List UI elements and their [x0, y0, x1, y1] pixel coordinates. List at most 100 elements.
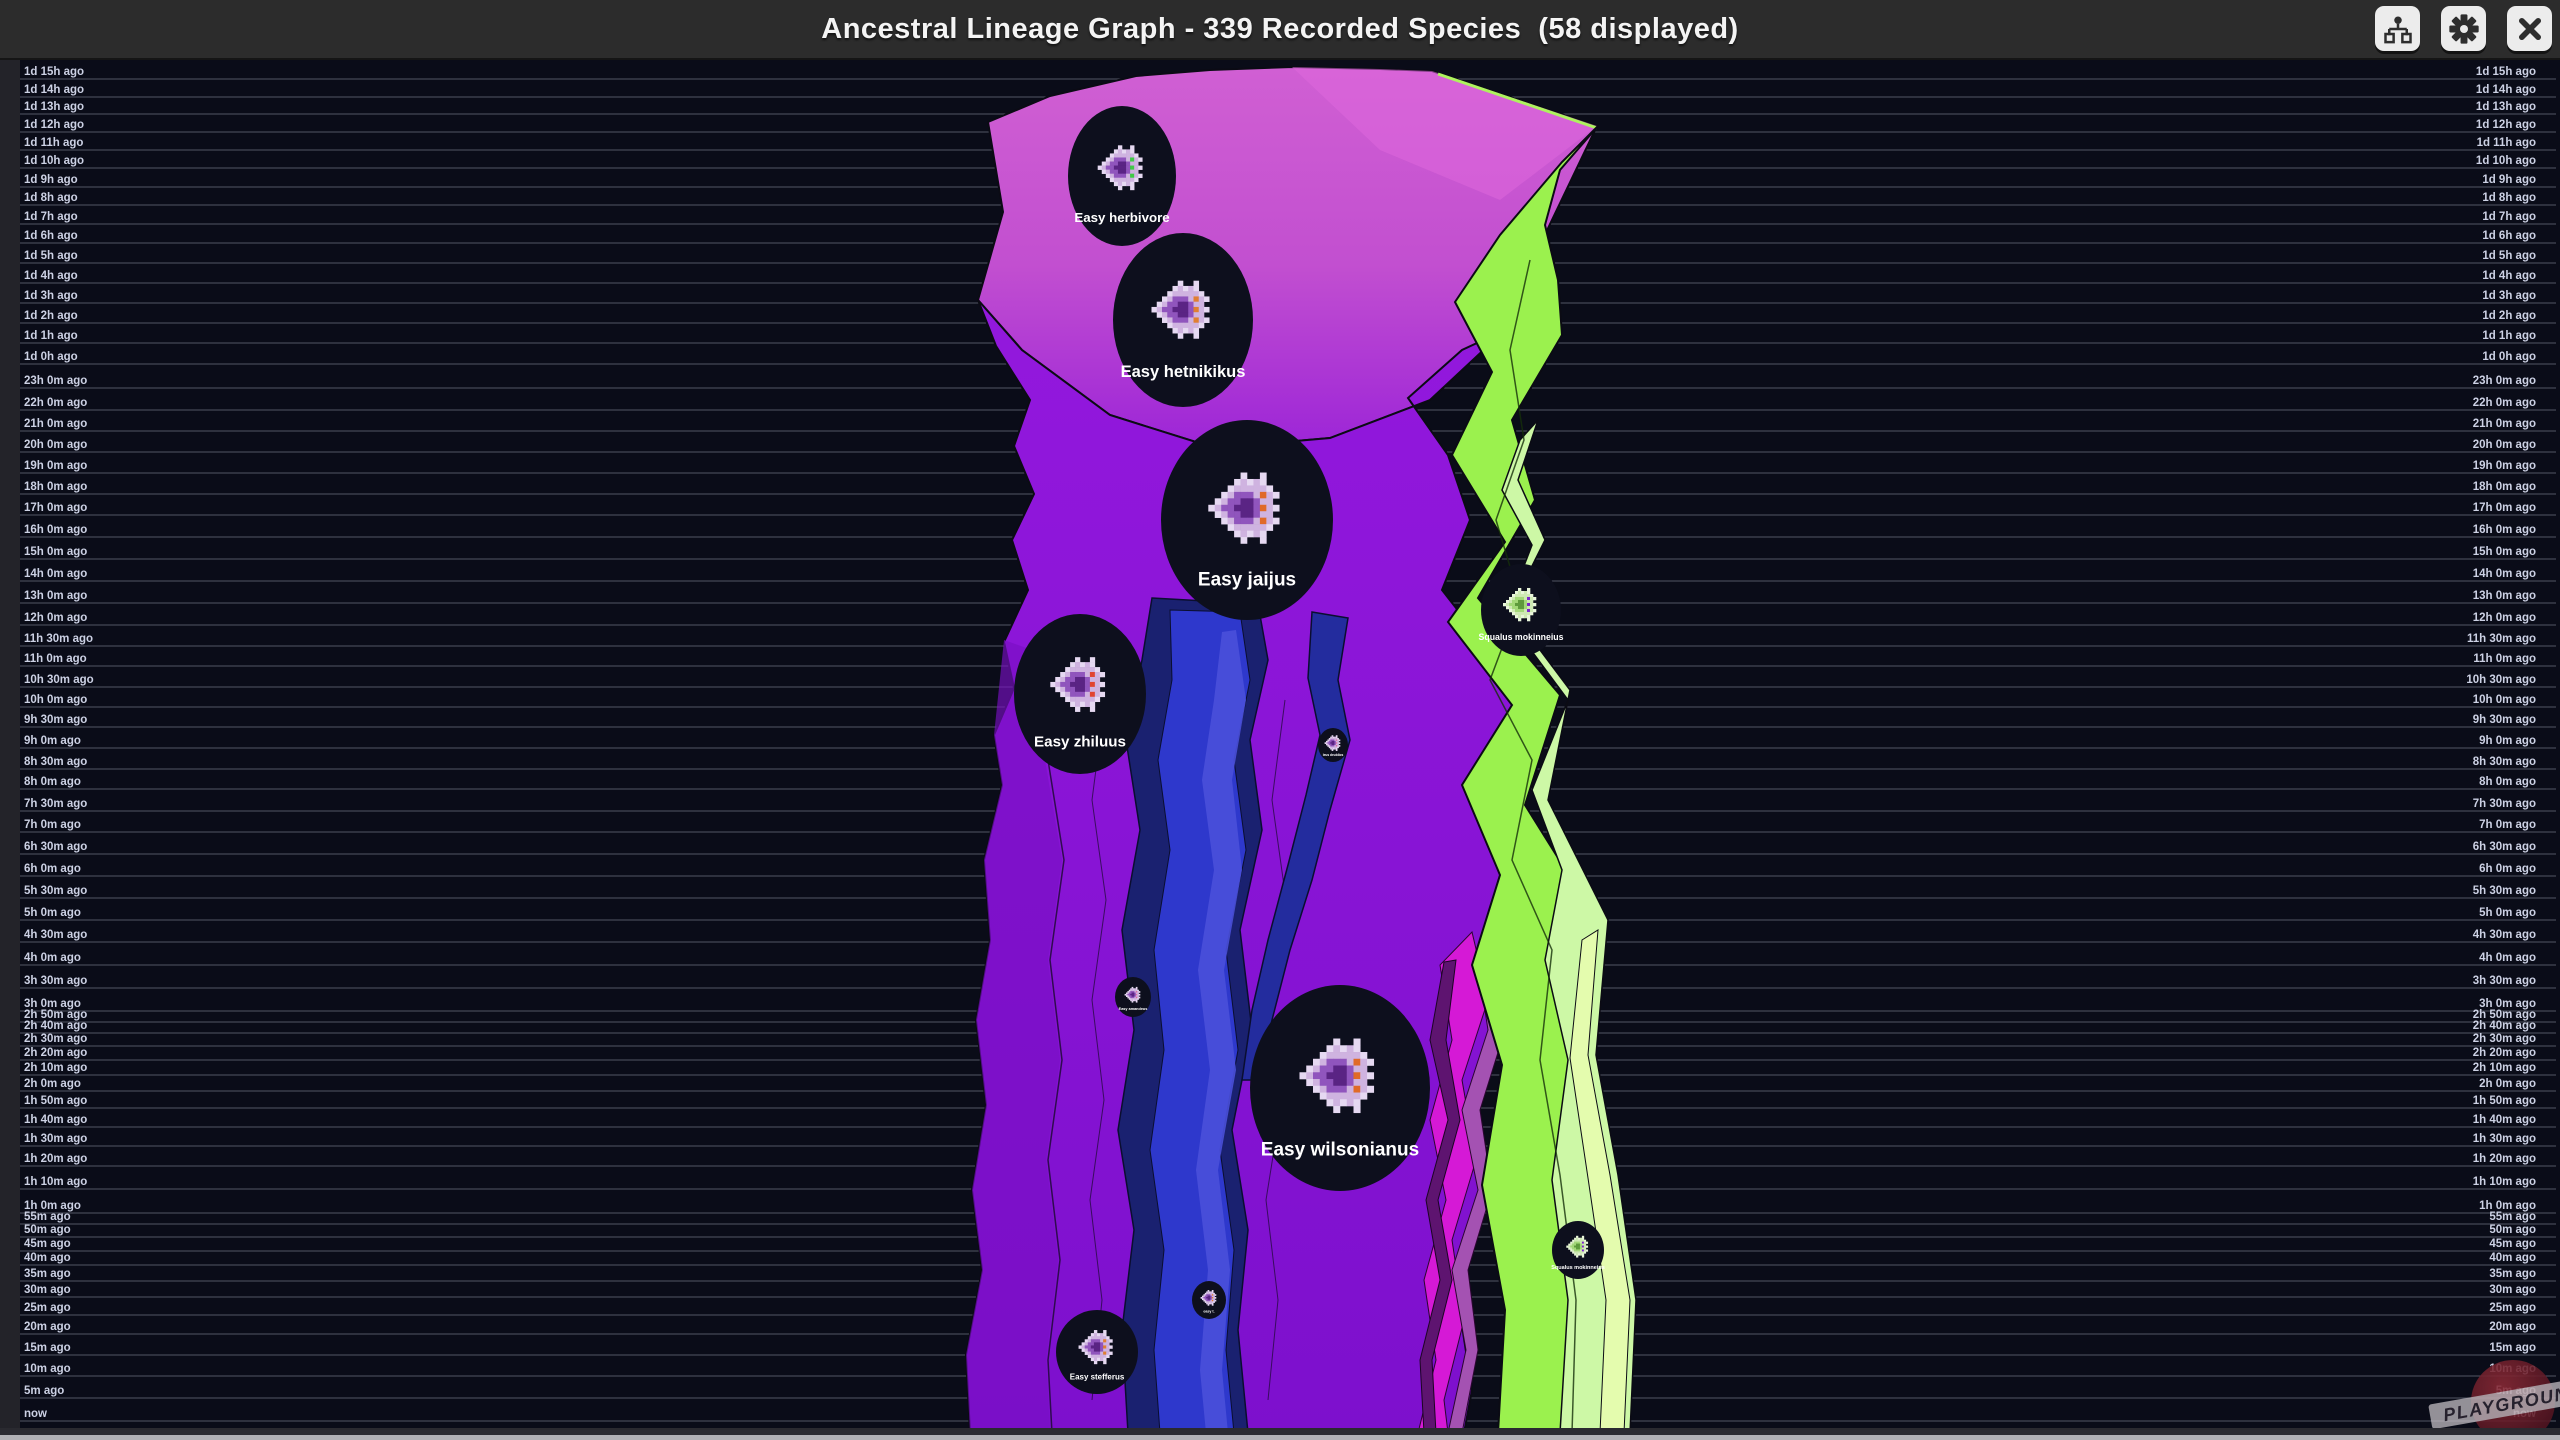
species-node-label: easy t. [1203, 1309, 1214, 1313]
close-icon [2515, 14, 2545, 44]
time-label-left: 1d 14h ago [24, 84, 84, 96]
time-label-right: 10h 30m ago [2466, 674, 2536, 686]
time-label-left: 12h 0m ago [24, 612, 87, 624]
time-label-right: 1d 1h ago [2482, 330, 2536, 342]
time-label-right: 1d 0h ago [2482, 351, 2536, 363]
time-label-left: 5h 30m ago [24, 885, 87, 897]
time-label-left: 1h 10m ago [24, 1176, 87, 1188]
time-label-left: 2h 30m ago [24, 1033, 87, 1045]
species-node-label: Easy hetnikikus [1121, 362, 1246, 381]
species-node[interactable]: Easy wilsonianus [1250, 985, 1430, 1191]
time-label-left: 1d 1h ago [24, 330, 78, 342]
time-label-right: 1d 11h ago [2477, 137, 2536, 149]
species-node[interactable]: easy t. [1192, 1281, 1226, 1319]
time-label-left: 22h 0m ago [24, 397, 87, 409]
time-label-left: 10m ago [24, 1363, 71, 1375]
time-label-left: 2h 40m ago [24, 1020, 87, 1032]
time-label-right: 20h 0m ago [2473, 439, 2536, 451]
time-label-left: 20h 0m ago [24, 439, 87, 451]
time-label-right: 4h 30m ago [2473, 929, 2536, 941]
time-label-left: 1d 0h ago [24, 351, 78, 363]
time-label-left: 55m ago [24, 1211, 71, 1223]
time-label-right: 4h 0m ago [2479, 952, 2536, 964]
species-node[interactable]: Easy stefferus [1056, 1310, 1138, 1394]
time-label-left: 13h 0m ago [24, 590, 87, 602]
time-label-left: 30m ago [24, 1284, 71, 1296]
time-label-right: 16h 0m ago [2473, 524, 2536, 536]
time-label-right: 1d 5h ago [2482, 250, 2536, 262]
time-label-left: 7h 30m ago [24, 798, 87, 810]
time-label-left: 5h 0m ago [24, 907, 81, 919]
time-label-left: 50m ago [24, 1224, 71, 1236]
time-label-left: 2h 10m ago [24, 1062, 87, 1074]
time-label-left: 11h 30m ago [24, 633, 93, 645]
time-label-right: 55m ago [2489, 1211, 2536, 1223]
species-node-label: Squalus mokinneius [1479, 632, 1564, 642]
time-label-left: 7h 0m ago [24, 819, 81, 831]
time-label-right: 1d 12h ago [2476, 119, 2536, 131]
time-label-right: 15h 0m ago [2473, 546, 2536, 558]
lineage-graph-button[interactable] [2375, 6, 2420, 51]
title-bar: Ancestral Lineage Graph - 339 Recorded S… [0, 0, 2560, 60]
time-label-right: 1d 7h ago [2482, 211, 2536, 223]
time-label-right: 8h 0m ago [2479, 776, 2536, 788]
time-label-left: 1d 3h ago [24, 290, 78, 302]
time-label-left: 1d 13h ago [24, 101, 84, 113]
time-label-left: 10h 0m ago [24, 694, 87, 706]
time-label-right: 1d 13h ago [2476, 101, 2536, 113]
time-label-right: 50m ago [2489, 1224, 2536, 1236]
time-label-right: 19h 0m ago [2473, 460, 2536, 472]
time-label-left: 2h 0m ago [24, 1078, 81, 1090]
time-label-right: 20m ago [2489, 1321, 2536, 1333]
window-edge-bottom-light [0, 1435, 2560, 1440]
species-node[interactable]: Ieus deublios [1318, 728, 1348, 762]
close-button[interactable] [2507, 6, 2552, 51]
time-label-right: 9h 30m ago [2473, 714, 2536, 726]
time-label-left: 1d 8h ago [24, 192, 78, 204]
time-label-right: 5h 0m ago [2479, 907, 2536, 919]
time-label-left: 8h 30m ago [24, 756, 87, 768]
time-label-left: 5m ago [24, 1385, 64, 1397]
time-label-right: 3h 30m ago [2473, 975, 2536, 987]
time-label-right: 2h 20m ago [2473, 1047, 2536, 1059]
time-label-right: 2h 30m ago [2473, 1033, 2536, 1045]
time-label-right: 1d 15h ago [2476, 66, 2536, 78]
time-label-left: 9h 0m ago [24, 735, 81, 747]
time-label-left: 3h 30m ago [24, 975, 87, 987]
time-label-left: 21h 0m ago [24, 418, 87, 430]
species-node[interactable]: Easy zhiluus [1014, 614, 1146, 774]
time-label-right: 1d 3h ago [2482, 290, 2536, 302]
settings-button[interactable] [2441, 6, 2486, 51]
species-node[interactable]: Easy amandeus [1115, 977, 1151, 1017]
time-label-left: 11h 0m ago [24, 653, 87, 665]
window-edge-left [0, 58, 20, 1430]
time-label-left: 1d 7h ago [24, 211, 78, 223]
time-label-right: 1d 10h ago [2476, 155, 2536, 167]
time-label-left: 20m ago [24, 1321, 71, 1333]
time-label-right: 2h 10m ago [2473, 1062, 2536, 1074]
species-node[interactable]: Easy hetnikikus [1113, 233, 1253, 407]
time-label-left: 1d 6h ago [24, 230, 78, 242]
toolbar [2375, 6, 2552, 51]
species-node[interactable]: Easy herbivore [1068, 106, 1176, 246]
time-label-right: 45m ago [2489, 1238, 2536, 1250]
time-label-left: 15h 0m ago [24, 546, 87, 558]
gear-icon [2448, 13, 2480, 45]
species-node-label: Squalus mokinneius [1551, 1265, 1604, 1271]
time-label-right: 35m ago [2489, 1268, 2536, 1280]
time-label-right: 10h 0m ago [2473, 694, 2536, 706]
species-node[interactable]: Easy jaijus [1161, 420, 1333, 620]
time-label-left: 1d 4h ago [24, 270, 78, 282]
species-node-label: Ieus deublios [1323, 753, 1344, 757]
time-label-right: 25m ago [2489, 1302, 2536, 1314]
time-label-left: 9h 30m ago [24, 714, 87, 726]
time-label-right: 13h 0m ago [2473, 590, 2536, 602]
species-node-label: Easy wilsonianus [1261, 1139, 1419, 1160]
lineage-graph-canvas: 1d 15h ago1d 15h ago1d 14h ago1d 14h ago… [0, 0, 2560, 1440]
time-label-right: 17h 0m ago [2473, 502, 2536, 514]
time-label-left: 1d 12h ago [24, 119, 84, 131]
time-label-left: 1h 40m ago [24, 1114, 87, 1126]
lineage-graph-window: 1d 15h ago1d 15h ago1d 14h ago1d 14h ago… [0, 0, 2560, 1440]
time-label-right: 1h 30m ago [2473, 1133, 2536, 1145]
time-label-right: 18h 0m ago [2473, 481, 2536, 493]
